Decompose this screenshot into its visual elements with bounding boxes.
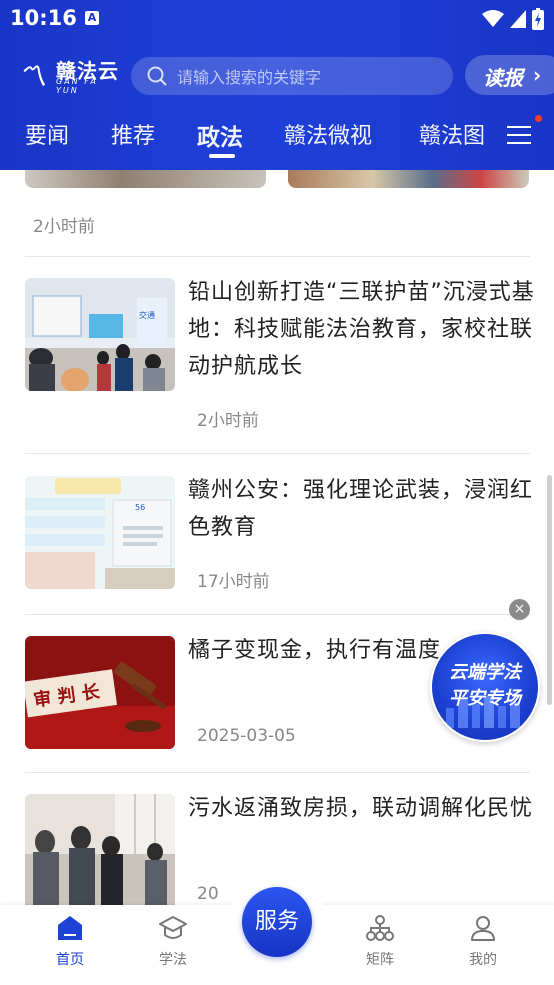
tab-zhengfa[interactable]: 政法: [197, 118, 243, 152]
nav-mine-label: 我的: [469, 952, 497, 968]
prev-item-image-right[interactable]: [288, 170, 529, 188]
active-tab-indicator: [209, 154, 235, 158]
logo-mark-icon: 〽: [18, 60, 47, 93]
status-bar: 10:16 A: [0, 0, 554, 40]
news-thumbnail: [25, 794, 175, 905]
nav-matrix[interactable]: 矩阵: [345, 913, 415, 969]
news-time: 2小时前: [197, 411, 259, 431]
news-thumbnail: 审 判 长: [25, 636, 175, 749]
news-title: 铅山创新打造“三联护苗”沉浸式基地：科技赋能法治教育，家校社联动护航成长: [188, 280, 535, 379]
prev-item-time: 2小时前: [33, 217, 95, 237]
news-thumbnail: 交通: [25, 278, 175, 391]
news-time: 2025-03-05: [197, 726, 296, 746]
search-input[interactable]: [175, 57, 449, 97]
app-logo: 〽 赣法云 GAN FA YUN: [18, 55, 123, 95]
nav-home-label: 首页: [56, 952, 84, 968]
search-bar[interactable]: [131, 57, 453, 97]
tab-yaowen[interactable]: 要闻: [25, 118, 69, 150]
tab-tuijian[interactable]: 推荐: [111, 118, 155, 150]
scrollbar[interactable]: [547, 475, 552, 705]
promo-line1: 云端学法: [449, 662, 521, 683]
battery-icon: [532, 8, 544, 30]
home-icon: [58, 916, 82, 940]
divider: [25, 256, 530, 257]
svg-text:交通: 交通: [139, 310, 155, 320]
cloud-law-promo-badge[interactable]: 云端学法 平安专场: [430, 632, 540, 742]
nav-matrix-label: 矩阵: [366, 952, 394, 968]
graduation-cap-icon: [159, 916, 187, 939]
status-time: 10:16: [10, 6, 77, 30]
tab-ganfa-weishi[interactable]: 赣法微视: [284, 118, 372, 150]
app-header: 10:16 A 〽 赣法云 GAN FA YUN 读报 › 要闻 推荐 政法 赣…: [0, 0, 554, 170]
tab-menu-button[interactable]: [505, 120, 535, 150]
nav-study-law-label: 学法: [159, 952, 187, 968]
services-button[interactable]: 服务: [242, 887, 312, 957]
close-icon[interactable]: ×: [509, 599, 530, 620]
news-title: 污水返涌致房损，联动调解化民忧: [188, 796, 534, 821]
notification-dot: [535, 115, 542, 122]
menu-icon: [507, 126, 531, 128]
divider: [25, 614, 530, 615]
chevron-right-icon: ›: [533, 63, 542, 87]
divider: [25, 453, 530, 454]
user-icon: [471, 916, 495, 941]
wifi-icon: [482, 10, 504, 27]
nav-home[interactable]: 首页: [35, 913, 105, 969]
status-icons: [482, 8, 544, 30]
signal-icon: [510, 10, 526, 28]
news-time: 17小时前: [197, 572, 270, 592]
notification-icon: A: [85, 11, 99, 25]
read-button-label: 读报: [483, 66, 523, 90]
logo-subtitle: GAN FA YUN: [56, 77, 98, 95]
divider: [25, 772, 530, 773]
search-icon: [147, 66, 167, 86]
tab-ganfa-tu[interactable]: 赣法图: [419, 118, 493, 150]
svg-text:56: 56: [135, 503, 145, 512]
news-title: 赣州公安：强化理论武装，浸润红色教育: [188, 478, 534, 540]
news-thumbnail: 56: [25, 476, 175, 589]
org-chart-icon: [366, 915, 394, 941]
read-newspaper-button[interactable]: 读报 ›: [465, 55, 554, 95]
nav-mine[interactable]: 我的: [448, 913, 518, 969]
prev-item-image-left[interactable]: [25, 170, 266, 188]
news-time: 20: [197, 884, 219, 904]
nav-study-law[interactable]: 学法: [138, 913, 208, 969]
category-tabs: 要闻 推荐 政法 赣法微视 赣法图: [0, 112, 554, 162]
promo-line2: 平安专场: [449, 688, 521, 709]
